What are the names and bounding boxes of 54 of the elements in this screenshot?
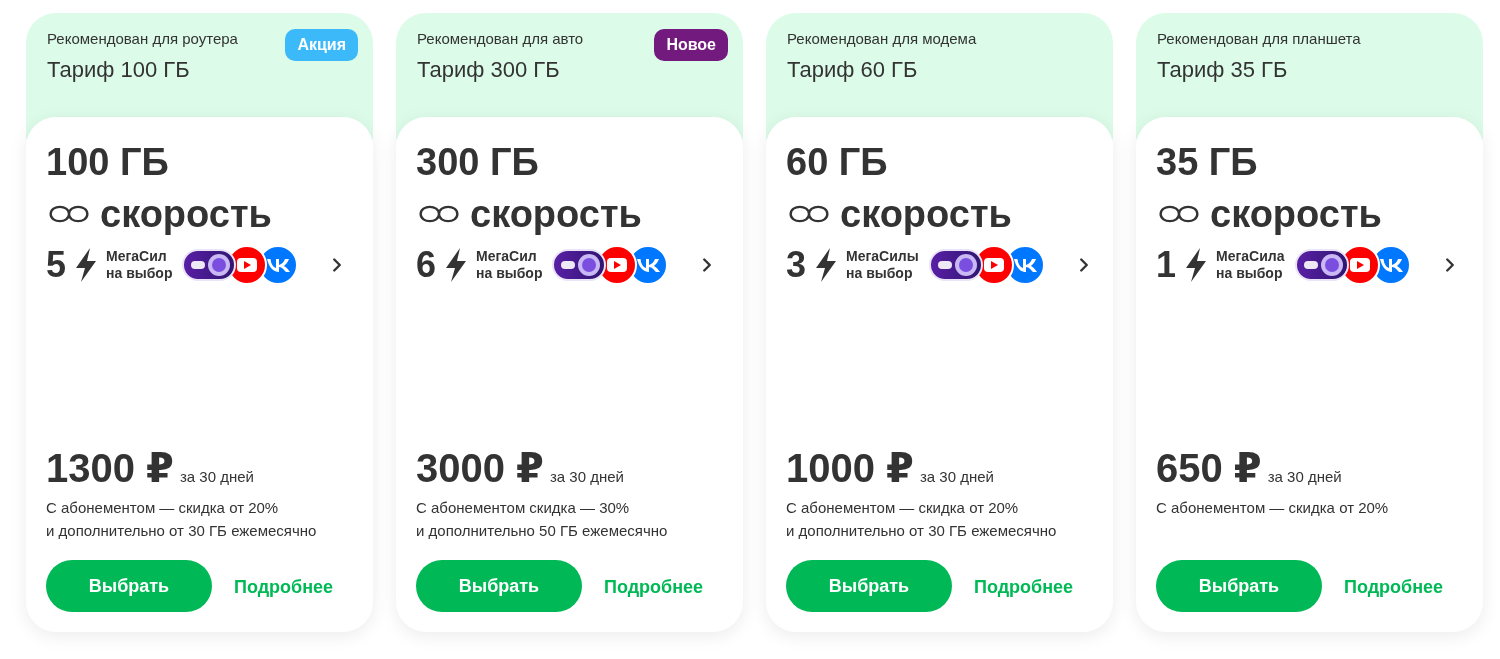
speed-label: скорость <box>470 193 642 235</box>
conditions-text: С абонементом скидка — 30% и дополнительно 50 ГБ ежемесячно <box>416 498 668 541</box>
data-volume: 100 ГБ <box>46 141 169 183</box>
tariff-title: Тариф 35 ГБ <box>1157 57 1289 83</box>
conditions-text: С абонементом — скидка от 20% и дополнительно от 30 ГБ ежемесячно <box>786 498 1057 541</box>
select-button[interactable]: Выбрать <box>786 560 952 612</box>
recommendation-text: Рекомендован для планшета <box>1157 30 1361 48</box>
select-button[interactable]: Выбрать <box>416 560 582 612</box>
data-volume: 300 ГБ <box>416 141 539 183</box>
powers-label: МегаСила на выбор <box>1216 248 1285 282</box>
powers-count: 1 <box>1156 245 1177 285</box>
details-link[interactable]: Подробнее <box>974 577 1074 598</box>
recommendation-text: Рекомендован для модема <box>787 30 977 48</box>
conditions-text: С абонементом — скидка от 20% <box>1156 498 1389 518</box>
promo-badge: Акция <box>285 29 358 61</box>
period-text: за 30 дней <box>919 468 994 485</box>
speed-label: скорость <box>1210 193 1382 235</box>
powers-count: 5 <box>46 245 67 285</box>
speed-label: скорость <box>100 193 272 235</box>
select-button[interactable]: Выбрать <box>1156 560 1322 612</box>
tariff-title: Тариф 60 ГБ <box>787 57 919 83</box>
pill-logo-icon <box>182 249 237 281</box>
period-text: за 30 дней <box>179 468 254 485</box>
powers-count: 3 <box>786 245 807 285</box>
details-link[interactable]: Подробнее <box>234 577 334 598</box>
recommendation-text: Рекомендован для роутера <box>47 30 238 48</box>
period-text: за 30 дней <box>1267 468 1342 485</box>
speed-label: скорость <box>840 193 1012 235</box>
price-text: 1300 ₽ <box>46 446 174 490</box>
lightning-icon <box>1184 248 1209 282</box>
lightning-icon <box>444 248 469 282</box>
lightning-icon <box>74 248 99 282</box>
data-volume: 60 ГБ <box>786 141 888 183</box>
price-text: 1000 ₽ <box>786 446 914 490</box>
recommendation-text: Рекомендован для авто <box>417 30 584 48</box>
powers-label: МегаСил на выбор <box>476 248 543 282</box>
lightning-icon <box>814 248 839 282</box>
price-text: 3000 ₽ <box>416 446 544 490</box>
period-text: за 30 дней <box>549 468 624 485</box>
tariff-title: Тариф 300 ГБ <box>417 57 561 83</box>
details-link[interactable]: Подробнее <box>1344 577 1444 598</box>
price-text: 650 ₽ <box>1156 446 1262 490</box>
powers-count: 6 <box>416 245 437 285</box>
pill-logo-icon <box>552 249 607 281</box>
select-button[interactable]: Выбрать <box>46 560 212 612</box>
powers-label: МегаСилы на выбор <box>846 248 919 282</box>
powers-label: МегаСил на выбор <box>106 248 173 282</box>
pill-logo-icon <box>1294 249 1349 281</box>
conditions-text: С абонементом — скидка от 20% и дополнительно от 30 ГБ ежемесячно <box>46 498 317 541</box>
details-link[interactable]: Подробнее <box>604 577 704 598</box>
promo-badge: Новое <box>654 29 728 61</box>
pill-logo-icon <box>928 249 983 281</box>
data-volume: 35 ГБ <box>1156 141 1258 183</box>
tariff-title: Тариф 100 ГБ <box>47 57 191 83</box>
